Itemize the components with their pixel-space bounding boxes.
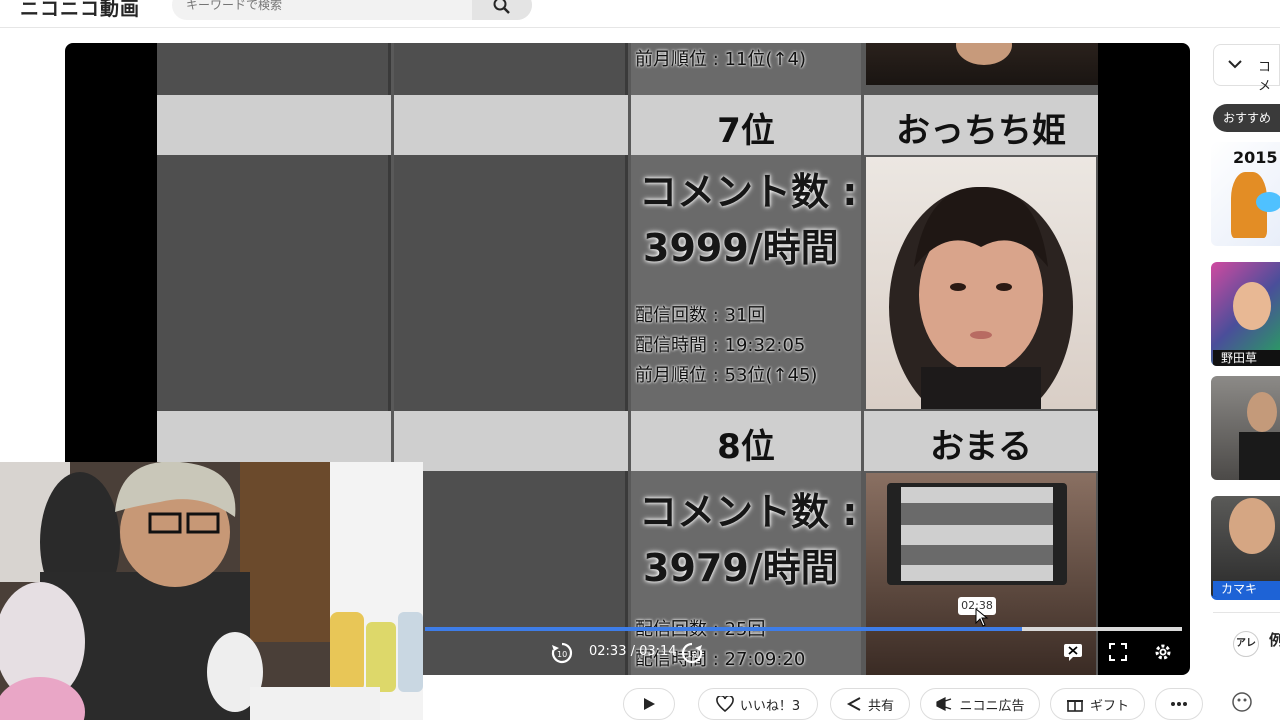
comment-label: コメント数 : bbox=[639, 170, 858, 214]
heart-icon bbox=[716, 696, 734, 712]
recommended-video-thumbnail[interactable]: 2015 bbox=[1211, 142, 1280, 246]
seek-bar-progress bbox=[425, 627, 1023, 631]
site-logo[interactable]: ニコニコ動画 bbox=[20, 0, 140, 21]
fullscreen-icon[interactable] bbox=[1108, 642, 1128, 662]
rank-label: 8位 bbox=[717, 427, 775, 467]
recommend-tab[interactable]: おすすめ bbox=[1213, 104, 1280, 132]
recommended-video-thumbnail[interactable]: カマキ bbox=[1211, 496, 1280, 600]
share-button[interactable]: 共有 bbox=[830, 688, 910, 720]
table-cell bbox=[394, 43, 628, 95]
seek-preview-thumbnail bbox=[887, 483, 1067, 585]
comment-label: コメント数 : bbox=[639, 490, 858, 534]
like-label: いいね！3 bbox=[739, 698, 801, 714]
play-next-icon bbox=[644, 698, 655, 710]
sidebar-footer: アレ 例 bbox=[1213, 612, 1280, 720]
site-header: ニコニコ動画 bbox=[0, 0, 1280, 28]
streamer-name: おっちち姫 bbox=[896, 111, 1066, 151]
settings-gear-icon[interactable] bbox=[1153, 642, 1173, 662]
svg-text:10: 10 bbox=[687, 650, 697, 659]
streamer-photo bbox=[866, 157, 1096, 409]
table-cell bbox=[157, 43, 391, 95]
thumbnail-caption: 野田草 bbox=[1213, 350, 1280, 366]
gift-icon bbox=[1066, 700, 1083, 712]
nicoad-label: ニコニ広告 bbox=[959, 698, 1025, 714]
user-avatar[interactable]: アレ bbox=[1233, 631, 1259, 657]
comment-value: 3979/時間 bbox=[643, 546, 839, 590]
next-video-button[interactable] bbox=[623, 688, 675, 720]
face-photo-shape bbox=[889, 186, 1073, 409]
recommended-video-thumbnail[interactable] bbox=[1211, 376, 1280, 480]
table-cell bbox=[157, 95, 391, 155]
search-button[interactable] bbox=[472, 0, 532, 20]
chevron-down-icon bbox=[1228, 60, 1242, 69]
prev-rank-text: 前月順位 : 53位(↑45) bbox=[635, 365, 818, 386]
rewind-10-icon[interactable]: 10 bbox=[549, 640, 575, 666]
table-cell bbox=[394, 411, 628, 471]
prev-rank-text: 前月順位 : 11位(↑4) bbox=[635, 49, 806, 70]
streamer-photo bbox=[866, 43, 1098, 85]
stream-duration: 配信時間 : 19:32:05 bbox=[635, 335, 806, 356]
more-dots-icon bbox=[1171, 702, 1187, 706]
thumbnail-caption: 2015 bbox=[1233, 148, 1278, 167]
comment-toggle-icon[interactable] bbox=[1063, 643, 1083, 661]
nicoad-button[interactable]: ニコニ広告 bbox=[920, 688, 1040, 720]
rank-label: 7位 bbox=[717, 111, 775, 151]
time-display: 02:33 / 03:14 bbox=[589, 644, 677, 659]
stream-count: 配信回数 : 31回 bbox=[635, 305, 766, 326]
comment-value: 3999/時間 bbox=[643, 226, 839, 270]
sidebar-footer-label: 例 bbox=[1269, 631, 1280, 649]
webcam-scene bbox=[0, 462, 423, 720]
gift-label: ギフト bbox=[1089, 698, 1129, 714]
recommended-video-thumbnail[interactable]: 野田草 bbox=[1211, 262, 1280, 366]
share-label: 共有 bbox=[867, 698, 894, 714]
search-input[interactable] bbox=[186, 0, 456, 12]
search-icon bbox=[493, 0, 510, 14]
like-button[interactable]: いいね！3 bbox=[698, 688, 818, 720]
seek-bar[interactable] bbox=[425, 627, 1182, 631]
mascot-icon bbox=[1232, 692, 1252, 712]
forward-10-icon[interactable]: 10 bbox=[679, 640, 705, 666]
comment-panel-toggle[interactable]: コメ bbox=[1213, 44, 1280, 94]
webcam-overlay bbox=[0, 462, 423, 720]
more-options-button[interactable] bbox=[1155, 688, 1203, 720]
thumbnail-caption: カマキ bbox=[1213, 581, 1280, 597]
share-icon bbox=[846, 697, 861, 711]
table-cell bbox=[394, 95, 628, 155]
gift-button[interactable]: ギフト bbox=[1050, 688, 1145, 720]
mouse-cursor-icon bbox=[975, 608, 989, 627]
streamer-name: おまる bbox=[930, 427, 1032, 467]
table-cell bbox=[394, 155, 628, 411]
comment-panel-label: コメ bbox=[1258, 60, 1272, 94]
megaphone-icon bbox=[936, 697, 952, 711]
video-action-bar: いいね！3 共有 ニコニ広告 ギフト bbox=[423, 688, 1213, 720]
svg-text:10: 10 bbox=[557, 650, 567, 659]
table-cell bbox=[157, 155, 391, 411]
